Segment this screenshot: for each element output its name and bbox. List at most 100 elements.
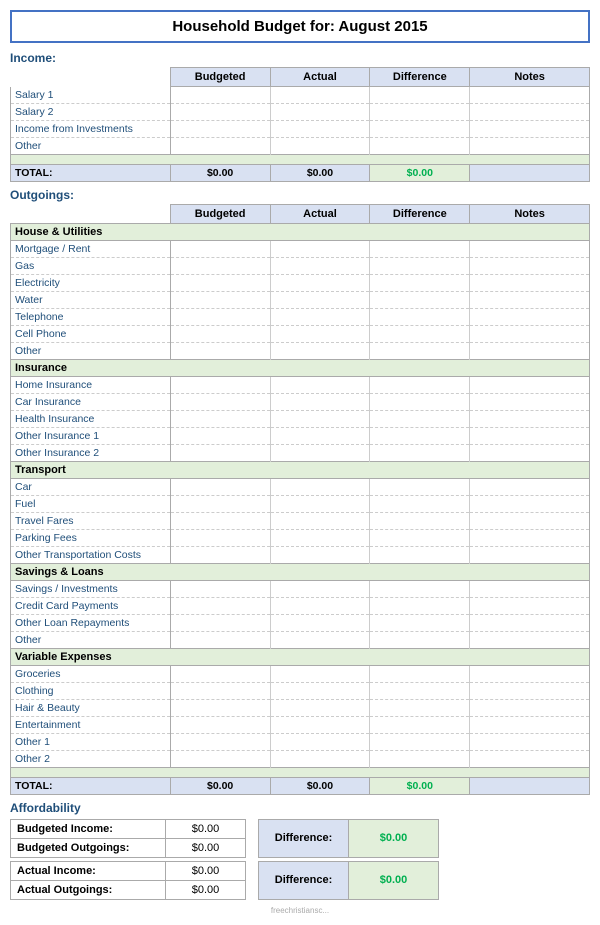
afford-budgeted-income-val: $0.00 bbox=[166, 819, 246, 838]
income-actual-investments[interactable] bbox=[270, 120, 370, 137]
income-section-label: Income: bbox=[10, 51, 590, 65]
outgoings-col-empty bbox=[11, 204, 171, 223]
row-car-ins: Car Insurance bbox=[11, 393, 590, 410]
income-col-notes: Notes bbox=[470, 68, 590, 87]
income-col-empty bbox=[11, 68, 171, 87]
outgoings-total-budgeted: $0.00 bbox=[170, 777, 270, 794]
outgoings-col-difference: Difference bbox=[370, 204, 470, 223]
income-total-label: TOTAL: bbox=[11, 164, 171, 181]
income-notes-salary2[interactable] bbox=[470, 103, 590, 120]
row-electricity: Electricity bbox=[11, 274, 590, 291]
income-notes-salary1[interactable] bbox=[470, 87, 590, 104]
cat-transport-label: Transport bbox=[11, 461, 590, 478]
income-row-other: Other bbox=[11, 137, 590, 154]
income-budgeted-investments[interactable] bbox=[170, 120, 270, 137]
cat-variable-label: Variable Expenses bbox=[11, 648, 590, 665]
row-health-ins: Health Insurance bbox=[11, 410, 590, 427]
row-credit-card: Credit Card Payments bbox=[11, 597, 590, 614]
row-travel-fares: Travel Fares bbox=[11, 512, 590, 529]
income-actual-salary2[interactable] bbox=[270, 103, 370, 120]
income-total-diff: $0.00 bbox=[370, 164, 470, 181]
affordability-section-label: Affordability bbox=[10, 801, 590, 815]
page-title: Household Budget for: August 2015 bbox=[10, 10, 590, 43]
afford-actual-income-label: Actual Income: bbox=[11, 861, 166, 880]
cat-house-label: House & Utilities bbox=[11, 223, 590, 240]
row-mortgage: Mortgage / Rent bbox=[11, 240, 590, 257]
row-var-other2: Other 2 bbox=[11, 750, 590, 767]
income-diff-salary2 bbox=[370, 103, 470, 120]
income-col-actual: Actual bbox=[270, 68, 370, 87]
outgoings-table: Budgeted Actual Difference Notes House &… bbox=[10, 204, 590, 795]
outgoings-section-label: Outgoings: bbox=[10, 188, 590, 202]
row-water: Water bbox=[11, 291, 590, 308]
income-actual-salary1[interactable] bbox=[270, 87, 370, 104]
outgoings-total-notes bbox=[470, 777, 590, 794]
outgoings-col-notes: Notes bbox=[470, 204, 590, 223]
outgoings-total-row: TOTAL: $0.00 $0.00 $0.00 bbox=[11, 777, 590, 794]
income-diff-salary1 bbox=[370, 87, 470, 104]
income-diff-other bbox=[370, 137, 470, 154]
row-house-other: Other bbox=[11, 342, 590, 359]
income-label-other: Other bbox=[11, 137, 171, 154]
income-total-actual: $0.00 bbox=[270, 164, 370, 181]
afford-diff-label-2: Difference: bbox=[259, 861, 349, 899]
income-actual-other[interactable] bbox=[270, 137, 370, 154]
cat-insurance-label: Insurance bbox=[11, 359, 590, 376]
afford-row-budgeted-income: Budgeted Income: $0.00 Difference: $0.00 bbox=[11, 819, 591, 838]
outgoings-total-actual: $0.00 bbox=[270, 777, 370, 794]
income-diff-investments bbox=[370, 120, 470, 137]
row-other-ins2: Other Insurance 2 bbox=[11, 444, 590, 461]
row-cellphone: Cell Phone bbox=[11, 325, 590, 342]
afford-actual-income-val: $0.00 bbox=[166, 861, 246, 880]
income-col-budgeted: Budgeted bbox=[170, 68, 270, 87]
cat-transport: Transport bbox=[11, 461, 590, 478]
row-loan-repay: Other Loan Repayments bbox=[11, 614, 590, 631]
income-row-salary2: Salary 2 bbox=[11, 103, 590, 120]
row-savings-inv: Savings / Investments bbox=[11, 580, 590, 597]
outgoings-total-label: TOTAL: bbox=[11, 777, 171, 794]
income-col-difference: Difference bbox=[370, 68, 470, 87]
afford-diff-label-1: Difference: bbox=[259, 819, 349, 857]
row-home-ins: Home Insurance bbox=[11, 376, 590, 393]
afford-diff-val-1: $0.00 bbox=[349, 819, 439, 857]
row-entertainment: Entertainment bbox=[11, 716, 590, 733]
row-savings-other: Other bbox=[11, 631, 590, 648]
row-other-ins1: Other Insurance 1 bbox=[11, 427, 590, 444]
income-notes-other[interactable] bbox=[470, 137, 590, 154]
afford-budgeted-outgoings-label: Budgeted Outgoings: bbox=[11, 838, 166, 857]
income-header-row: Budgeted Actual Difference Notes bbox=[11, 68, 590, 87]
row-fuel: Fuel bbox=[11, 495, 590, 512]
row-parking: Parking Fees bbox=[11, 529, 590, 546]
income-budgeted-other[interactable] bbox=[170, 137, 270, 154]
afford-diff-val-2: $0.00 bbox=[349, 861, 439, 899]
income-total-row: TOTAL: $0.00 $0.00 $0.00 bbox=[11, 164, 590, 181]
afford-budgeted-outgoings-val: $0.00 bbox=[166, 838, 246, 857]
row-car: Car bbox=[11, 478, 590, 495]
row-telephone: Telephone bbox=[11, 308, 590, 325]
cat-savings: Savings & Loans bbox=[11, 563, 590, 580]
income-row-salary1: Salary 1 bbox=[11, 87, 590, 104]
outgoings-total-diff: $0.00 bbox=[370, 777, 470, 794]
outgoings-col-budgeted: Budgeted bbox=[170, 204, 270, 223]
income-notes-investments[interactable] bbox=[470, 120, 590, 137]
row-groceries: Groceries bbox=[11, 665, 590, 682]
affordability-table: Budgeted Income: $0.00 Difference: $0.00… bbox=[10, 819, 590, 900]
income-table: Budgeted Actual Difference Notes Salary … bbox=[10, 67, 590, 182]
income-budgeted-salary2[interactable] bbox=[170, 103, 270, 120]
row-other-transport: Other Transportation Costs bbox=[11, 546, 590, 563]
cat-variable: Variable Expenses bbox=[11, 648, 590, 665]
cat-insurance: Insurance bbox=[11, 359, 590, 376]
row-gas: Gas bbox=[11, 257, 590, 274]
income-total-budgeted: $0.00 bbox=[170, 164, 270, 181]
watermark: freechristiansc... bbox=[10, 906, 590, 915]
income-label-salary1: Salary 1 bbox=[11, 87, 171, 104]
income-label-salary2: Salary 2 bbox=[11, 103, 171, 120]
row-clothing: Clothing bbox=[11, 682, 590, 699]
income-row-investments: Income from Investments bbox=[11, 120, 590, 137]
afford-actual-outgoings-label: Actual Outgoings: bbox=[11, 880, 166, 899]
income-total-notes bbox=[470, 164, 590, 181]
afford-row-actual-income: Actual Income: $0.00 Difference: $0.00 bbox=[11, 861, 591, 880]
row-var-other1: Other 1 bbox=[11, 733, 590, 750]
income-budgeted-salary1[interactable] bbox=[170, 87, 270, 104]
outgoings-col-actual: Actual bbox=[270, 204, 370, 223]
